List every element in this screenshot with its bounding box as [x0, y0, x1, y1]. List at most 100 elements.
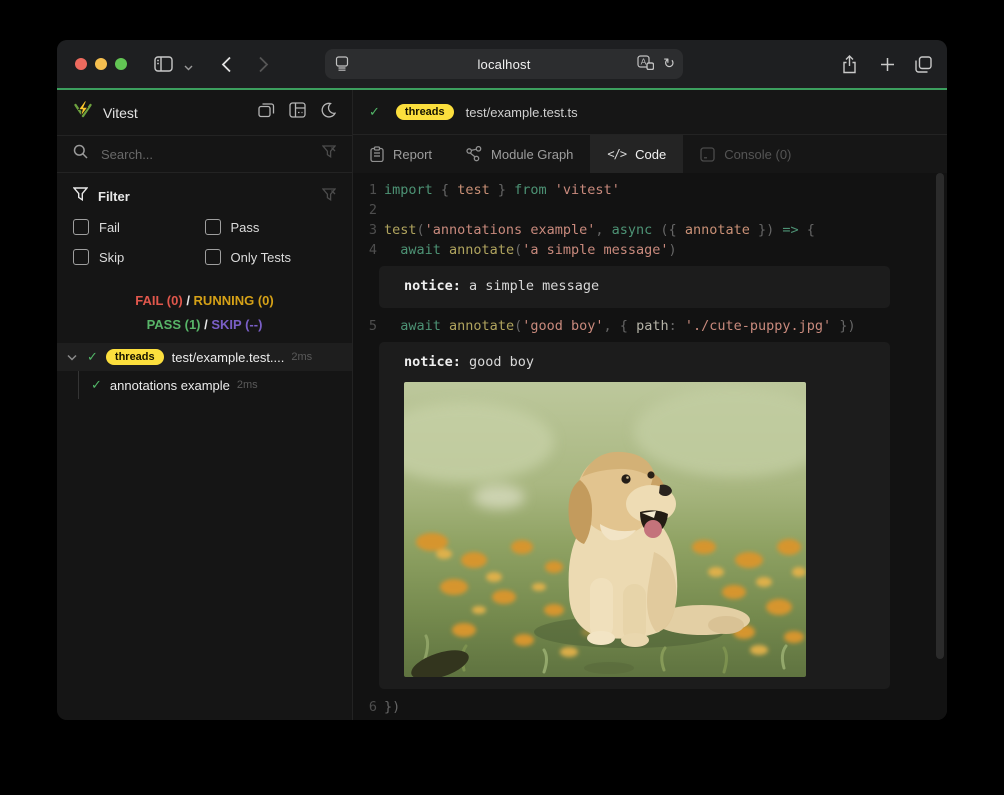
- code-token: 'good boy': [522, 316, 603, 336]
- tab-label: Module Graph: [491, 147, 573, 162]
- checkbox-box: [205, 219, 221, 235]
- code-token: {: [441, 180, 449, 200]
- sidebar-header-actions: [258, 102, 336, 123]
- code-editor[interactable]: 1import { test } from 'vitest'23test('an…: [353, 173, 947, 720]
- code-token: [603, 220, 611, 240]
- test-name: annotations example: [110, 378, 230, 393]
- new-tab-icon[interactable]: [877, 54, 897, 74]
- annotation-notice: notice: a simple message: [379, 266, 890, 308]
- pass-check-icon: ✓: [87, 349, 98, 365]
- code-token: [384, 316, 400, 336]
- code-token: [677, 220, 685, 240]
- sidebar-header: Vitest: [57, 90, 352, 136]
- code-token: async: [612, 220, 653, 240]
- checkbox-box: [73, 219, 89, 235]
- forward-icon[interactable]: [253, 54, 273, 74]
- filter-checkbox-fail[interactable]: Fail: [73, 219, 205, 235]
- cute-puppy-photo: [404, 382, 806, 677]
- code-token: [750, 220, 758, 240]
- share-icon[interactable]: [839, 54, 859, 74]
- minimize-window-button[interactable]: [95, 58, 107, 70]
- code-token: annotate: [685, 220, 750, 240]
- code-token: from: [514, 180, 547, 200]
- code-token: [677, 316, 685, 336]
- code-token: [506, 180, 514, 200]
- sidebar: Vitest: [57, 90, 352, 720]
- code-token: ,: [595, 220, 603, 240]
- windows-icon[interactable]: [258, 102, 275, 123]
- tree-row[interactable]: ✓ threads test/example.test.... 2ms: [57, 343, 352, 371]
- app-title: Vitest: [103, 105, 138, 121]
- checkbox-box: [73, 249, 89, 265]
- code-token: [433, 180, 441, 200]
- code-token: [441, 316, 449, 336]
- filter-checkbox-pass[interactable]: Pass: [205, 219, 337, 235]
- moon-icon[interactable]: [320, 102, 336, 123]
- close-window-button[interactable]: [75, 58, 87, 70]
- sidebar-toggle-icon[interactable]: [153, 54, 173, 74]
- clear-filter-icon[interactable]: [322, 188, 336, 206]
- test-duration: 2ms: [291, 351, 312, 363]
- vertical-scrollbar[interactable]: [936, 173, 944, 659]
- search-input[interactable]: [99, 146, 322, 163]
- code-token: }: [498, 180, 506, 200]
- file-path: test/example.test.ts: [466, 105, 578, 120]
- annotation-label: notice:: [404, 278, 469, 294]
- traffic-lights: [75, 58, 127, 70]
- code-token: import: [384, 180, 433, 200]
- test-summary: FAIL (0) / RUNNING (0) PASS (1) / SKIP (…: [57, 289, 352, 337]
- code-token: ({: [660, 220, 676, 240]
- reload-icon[interactable]: ↻: [663, 57, 675, 71]
- filter-checkbox-only-tests[interactable]: Only Tests: [205, 249, 337, 265]
- code-token: annotate: [449, 240, 514, 260]
- clear-filter-icon[interactable]: [322, 145, 336, 163]
- pass-check-icon: ✓: [91, 377, 102, 393]
- code-token: =>: [782, 220, 798, 240]
- code-token: [441, 240, 449, 260]
- code-token: ): [847, 316, 855, 336]
- code-token: await: [400, 240, 441, 260]
- tab-console-0[interactable]: Console (0): [683, 135, 808, 173]
- console-icon: [700, 147, 715, 162]
- translate-icon[interactable]: A: [637, 55, 654, 73]
- chevron-down-icon[interactable]: [178, 58, 198, 78]
- code-token: 'annotations example': [425, 220, 596, 240]
- back-icon[interactable]: [216, 54, 236, 74]
- annotation-text: good boy: [469, 354, 534, 370]
- test-name: test/example.test....: [172, 350, 285, 365]
- filter-title: Filter: [98, 189, 130, 204]
- checkbox-label: Skip: [99, 250, 124, 265]
- line-number: 1: [353, 180, 384, 200]
- address-bar[interactable]: localhost A ↻: [325, 49, 683, 79]
- code-token: }): [758, 220, 774, 240]
- code-token: [449, 180, 457, 200]
- code-token: [652, 220, 660, 240]
- filter-checkbox-skip[interactable]: Skip: [73, 249, 205, 265]
- checkbox-label: Only Tests: [231, 250, 291, 265]
- line-number: 6: [353, 697, 384, 717]
- dashboard-icon[interactable]: [289, 102, 306, 123]
- pool-badge: threads: [106, 349, 164, 365]
- tab-code[interactable]: </>Code: [590, 135, 683, 173]
- summary-line-2: PASS (1) / SKIP (--): [57, 313, 352, 337]
- chevron-down-icon[interactable]: [67, 354, 79, 361]
- annotation-notice: notice: good boy: [379, 342, 890, 689]
- summary-segment: FAIL (0): [135, 293, 182, 308]
- test-duration: 2ms: [237, 379, 258, 391]
- code-token: {: [807, 220, 815, 240]
- code-token: 'vitest': [555, 180, 620, 200]
- code-token: }: [839, 316, 847, 336]
- page-settings-icon[interactable]: [335, 56, 349, 74]
- tab-module-graph[interactable]: Module Graph: [449, 135, 590, 173]
- tree-row[interactable]: ✓ annotations example 2ms: [57, 371, 352, 399]
- code-token: [799, 220, 807, 240]
- code-token: }): [384, 697, 400, 717]
- checkbox-box: [205, 249, 221, 265]
- code-token: [547, 180, 555, 200]
- tab-label: Console (0): [724, 147, 791, 162]
- tab-overview-icon[interactable]: [913, 54, 933, 74]
- zoom-window-button[interactable]: [115, 58, 127, 70]
- filter-section: Filter FailPass Skip Only Tests: [57, 173, 352, 269]
- tab-report[interactable]: Report: [353, 135, 449, 173]
- code-token: path: [636, 316, 669, 336]
